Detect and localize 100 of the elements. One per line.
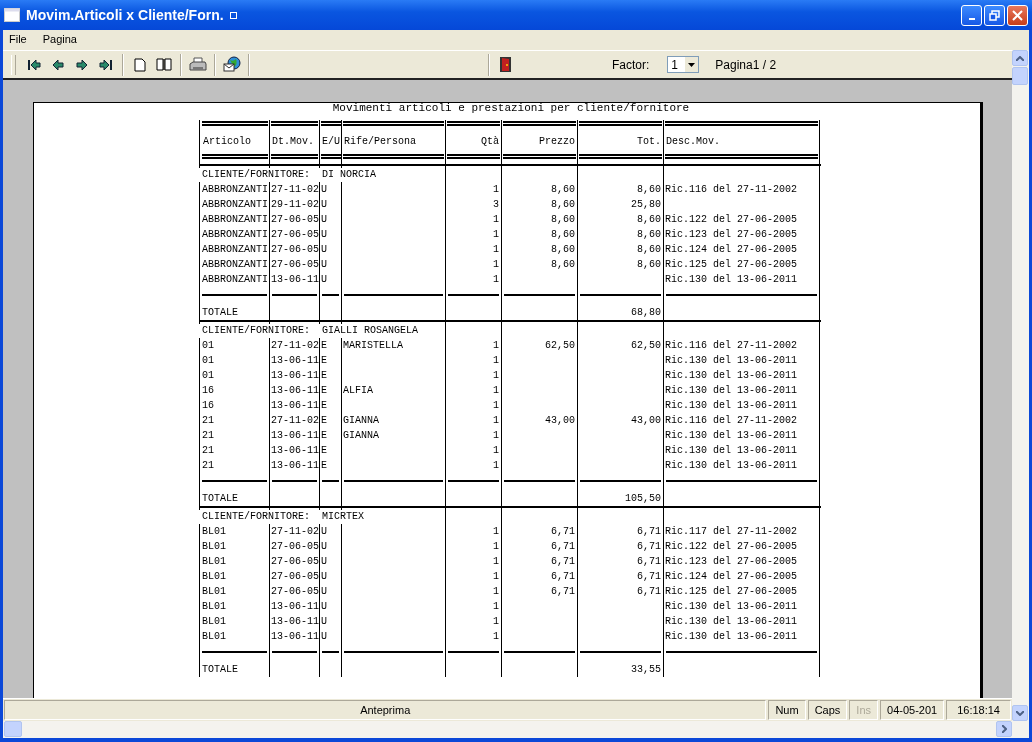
table-cell-text: 1 bbox=[492, 540, 500, 554]
table-cell-text: Ric.130 del 13-06-2011 bbox=[664, 444, 799, 458]
table-cell-text: Ric.117 del 27-11-2002 bbox=[664, 525, 799, 539]
total-label: TOTALE bbox=[201, 663, 239, 677]
close-button[interactable] bbox=[1007, 4, 1028, 26]
table-cell-text: U bbox=[320, 273, 328, 287]
table-cell-text: U bbox=[320, 540, 328, 554]
table-cell-text: 1 bbox=[492, 339, 500, 353]
table-cell-text: Ric.116 del 27-11-2002 bbox=[664, 414, 799, 428]
table-cell-text: U bbox=[320, 630, 328, 644]
table-cell-text: U bbox=[320, 555, 328, 569]
column-header: Articolo bbox=[202, 121, 268, 159]
table-cell-text: 27-11-02 bbox=[270, 525, 319, 539]
table-cell-text: 16 bbox=[201, 384, 215, 398]
status-indicator: Ins bbox=[849, 700, 878, 720]
table-cell-text: E bbox=[320, 429, 328, 443]
table-cell-text: 6,71 bbox=[636, 555, 662, 569]
column-header: Qtà bbox=[447, 121, 500, 159]
table-cell-text: 27-11-02 bbox=[270, 183, 319, 197]
horizontal-scrollbar[interactable] bbox=[3, 721, 1029, 738]
menu-item[interactable]: Pagina bbox=[40, 32, 79, 46]
table-cell-text: ABBRONZANTI bbox=[201, 243, 269, 257]
table-cell-text: 13-06-11 bbox=[270, 600, 319, 614]
table-cell-text: E bbox=[320, 459, 328, 473]
table-cell-text: E bbox=[320, 339, 328, 353]
column-header: Tot. bbox=[579, 121, 662, 159]
table-cell-text: 8,60 bbox=[550, 213, 576, 227]
table-cell-text: 6,71 bbox=[636, 540, 662, 554]
square-icon bbox=[229, 11, 237, 19]
menu-item[interactable]: File bbox=[7, 32, 29, 46]
table-cell-text: GIANNA bbox=[342, 429, 380, 443]
table-cell-text: 27-06-05 bbox=[270, 570, 319, 584]
table-cell-text: 21 bbox=[201, 459, 215, 473]
table-cell-text: 1 bbox=[492, 213, 500, 227]
table-cell-text: 8,60 bbox=[550, 183, 576, 197]
table-cell-text: 6,71 bbox=[636, 585, 662, 599]
table-cell-text: Ric.130 del 13-06-2011 bbox=[664, 273, 799, 287]
table-cell-text: 1 bbox=[492, 615, 500, 629]
table-cell-text: ABBRONZANTI bbox=[201, 198, 269, 212]
table-cell-text: 1 bbox=[492, 183, 500, 197]
table-cell-text: ABBRONZANTI bbox=[201, 213, 269, 227]
minimize-icon bbox=[968, 18, 975, 20]
table-cell-text: Ric.130 del 13-06-2011 bbox=[664, 600, 799, 614]
table-cell-text: 1 bbox=[492, 429, 500, 443]
table-cell-text: 27-06-05 bbox=[270, 555, 319, 569]
table-cell-text: BL01 bbox=[201, 630, 227, 644]
table-cell-text: 13-06-11 bbox=[270, 630, 319, 644]
table-cell-text: Ric.122 del 27-06-2005 bbox=[664, 213, 799, 227]
table-cell-text: U bbox=[320, 198, 328, 212]
last-page-icon bbox=[99, 58, 113, 71]
window-title: Movim.Articoli x Cliente/Forn. bbox=[26, 7, 224, 23]
table-cell-text: 13-06-11 bbox=[270, 399, 319, 413]
scroll-thumb[interactable] bbox=[1012, 67, 1028, 85]
table-cell-text: 27-06-05 bbox=[270, 243, 319, 257]
table-cell-text: 6,71 bbox=[550, 555, 576, 569]
chevron-right-icon bbox=[1001, 725, 1007, 733]
scroll-right-button[interactable] bbox=[996, 721, 1012, 737]
total-value: 105,50 bbox=[624, 492, 662, 506]
printer-icon bbox=[189, 56, 207, 73]
table-cell-text: 1 bbox=[492, 354, 500, 368]
table-cell-text: 27-11-02 bbox=[270, 414, 319, 428]
table-cell-text: 13-06-11 bbox=[270, 429, 319, 443]
vertical-scrollbar[interactable] bbox=[1012, 50, 1029, 721]
table-cell-text: 8,60 bbox=[636, 243, 662, 257]
scroll-down-button[interactable] bbox=[1012, 705, 1028, 721]
table-cell-text: 27-06-05 bbox=[270, 213, 319, 227]
scroll-up-button[interactable] bbox=[1012, 50, 1028, 66]
table-cell-text: Ric.130 del 13-06-2011 bbox=[664, 354, 799, 368]
table-cell-text: 1 bbox=[492, 273, 500, 287]
table-cell-text: 6,71 bbox=[550, 540, 576, 554]
table-cell-text: 43,00 bbox=[544, 414, 576, 428]
table-cell-text: 01 bbox=[201, 339, 215, 353]
total-value: 68,80 bbox=[630, 306, 662, 320]
page-icon bbox=[134, 57, 146, 72]
table-cell-text: 13-06-11 bbox=[270, 459, 319, 473]
table-cell-text: BL01 bbox=[201, 525, 227, 539]
table-cell-text: U bbox=[320, 213, 328, 227]
table-cell-text: 27-11-02 bbox=[270, 339, 319, 353]
restore-button[interactable] bbox=[984, 4, 1005, 26]
table-cell-text: 1 bbox=[492, 555, 500, 569]
table-cell-text: ABBRONZANTI bbox=[201, 258, 269, 272]
table-cell-text: E bbox=[320, 369, 328, 383]
two-pages-icon bbox=[156, 58, 172, 71]
table-cell-text: 13-06-11 bbox=[270, 369, 319, 383]
table-cell-text: Ric.130 del 13-06-2011 bbox=[664, 459, 799, 473]
minimize-button[interactable] bbox=[961, 4, 982, 26]
globe-mail-icon bbox=[223, 56, 241, 73]
table-cell-text: Ric.125 del 27-06-2005 bbox=[664, 585, 799, 599]
table-cell-text: BL01 bbox=[201, 615, 227, 629]
table-cell-text: 1 bbox=[492, 570, 500, 584]
table-cell-text: ABBRONZANTI bbox=[201, 228, 269, 242]
status-date: 04-05-201 bbox=[880, 700, 945, 720]
caret-icon bbox=[688, 62, 696, 67]
factor-dropdown[interactable]: 1 bbox=[667, 56, 700, 73]
table-cell-text: 6,71 bbox=[636, 525, 662, 539]
total-label: TOTALE bbox=[201, 492, 239, 506]
scroll-thumb[interactable] bbox=[4, 721, 22, 737]
table-cell-text: 8,60 bbox=[550, 228, 576, 242]
table-cell-text: E bbox=[320, 399, 328, 413]
table-cell-text: 1 bbox=[492, 228, 500, 242]
